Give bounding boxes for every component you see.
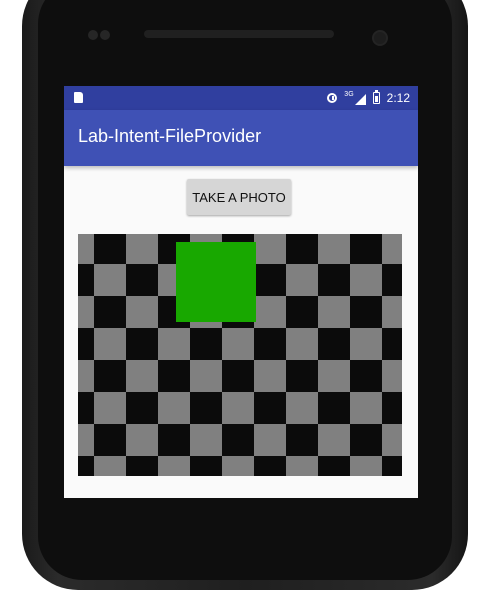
checker-cell bbox=[382, 264, 402, 296]
phone-device: 3G 2:12 Lab-Intent-FileProvider TAKE A P… bbox=[0, 0, 480, 590]
checker-cell bbox=[94, 264, 126, 296]
status-bar: 3G 2:12 bbox=[64, 86, 418, 110]
checker-cell bbox=[158, 360, 190, 392]
checker-cell bbox=[350, 328, 382, 360]
checker-cell bbox=[78, 264, 94, 296]
network-type-label: 3G bbox=[344, 91, 354, 98]
checker-cell bbox=[286, 264, 318, 296]
checker-cell bbox=[382, 424, 402, 456]
checker-cell bbox=[286, 328, 318, 360]
checker-cell bbox=[254, 456, 286, 476]
checker-cell bbox=[222, 424, 254, 456]
checker-cell bbox=[94, 296, 126, 328]
checker-cell bbox=[382, 392, 402, 424]
checker-cell bbox=[126, 392, 158, 424]
checker-cell bbox=[286, 424, 318, 456]
checker-cell bbox=[126, 264, 158, 296]
checker-cell bbox=[254, 392, 286, 424]
checker-cell bbox=[190, 424, 222, 456]
checker-cell bbox=[382, 456, 402, 476]
checker-cell bbox=[350, 264, 382, 296]
checker-cell bbox=[318, 296, 350, 328]
checker-cell bbox=[318, 328, 350, 360]
checker-cell bbox=[126, 234, 158, 264]
sd-card-icon bbox=[74, 92, 83, 103]
checker-cell bbox=[190, 456, 222, 476]
checker-cell bbox=[350, 424, 382, 456]
checker-cell bbox=[126, 424, 158, 456]
checker-cell bbox=[254, 264, 286, 296]
checker-cell bbox=[286, 392, 318, 424]
network-indicator: 3G bbox=[344, 91, 366, 105]
status-clock: 2:12 bbox=[386, 91, 410, 105]
checker-cell bbox=[78, 296, 94, 328]
checker-cell bbox=[222, 360, 254, 392]
light-sensor bbox=[100, 30, 110, 40]
captured-photo bbox=[78, 234, 402, 476]
checker-cell bbox=[94, 360, 126, 392]
checker-cell bbox=[286, 234, 318, 264]
checker-cell bbox=[286, 296, 318, 328]
checker-cell bbox=[78, 360, 94, 392]
checker-cell bbox=[158, 328, 190, 360]
checker-cell bbox=[222, 328, 254, 360]
checker-cell bbox=[382, 360, 402, 392]
checker-cell bbox=[78, 456, 94, 476]
alarm-icon bbox=[327, 93, 338, 103]
checker-cell bbox=[350, 360, 382, 392]
checker-cell bbox=[190, 328, 222, 360]
green-square bbox=[176, 242, 256, 322]
app-title: Lab-Intent-FileProvider bbox=[78, 126, 262, 146]
checker-cell bbox=[254, 328, 286, 360]
signal-icon bbox=[354, 94, 366, 105]
checker-cell bbox=[350, 234, 382, 264]
checker-cell bbox=[254, 424, 286, 456]
front-camera-icon bbox=[374, 32, 386, 44]
checker-cell bbox=[286, 360, 318, 392]
checker-cell bbox=[94, 328, 126, 360]
checker-cell bbox=[126, 456, 158, 476]
take-photo-button[interactable]: TAKE A PHOTO bbox=[187, 179, 291, 215]
checker-cell bbox=[126, 328, 158, 360]
checker-cell bbox=[78, 424, 94, 456]
checker-cell bbox=[318, 456, 350, 476]
checker-cell bbox=[382, 328, 402, 360]
checker-cell bbox=[350, 392, 382, 424]
app-bar: Lab-Intent-FileProvider bbox=[64, 110, 418, 166]
checker-cell bbox=[350, 296, 382, 328]
checker-cell bbox=[382, 296, 402, 328]
checker-cell bbox=[94, 424, 126, 456]
checker-cell bbox=[94, 456, 126, 476]
checker-cell bbox=[254, 234, 286, 264]
checker-cell bbox=[318, 360, 350, 392]
checker-cell bbox=[222, 456, 254, 476]
status-icons: 3G 2:12 bbox=[327, 89, 410, 107]
checker-cell bbox=[126, 296, 158, 328]
checker-cell bbox=[78, 392, 94, 424]
checker-cell bbox=[254, 296, 286, 328]
checker-cell bbox=[286, 456, 318, 476]
checker-cell bbox=[158, 424, 190, 456]
checker-cell bbox=[78, 234, 94, 264]
checker-cell bbox=[158, 392, 190, 424]
checker-cell bbox=[222, 392, 254, 424]
checker-cell bbox=[350, 456, 382, 476]
proximity-sensor bbox=[88, 30, 98, 40]
battery-icon bbox=[372, 90, 380, 104]
checker-cell bbox=[190, 392, 222, 424]
checker-cell bbox=[94, 392, 126, 424]
device-screen: 3G 2:12 Lab-Intent-FileProvider TAKE A P… bbox=[64, 86, 418, 498]
earpiece-speaker bbox=[144, 30, 334, 38]
checker-cell bbox=[382, 234, 402, 264]
checker-cell bbox=[190, 360, 222, 392]
checker-cell bbox=[158, 456, 190, 476]
checker-cell bbox=[78, 328, 94, 360]
checker-cell bbox=[318, 392, 350, 424]
checker-cell bbox=[254, 360, 286, 392]
checker-cell bbox=[318, 264, 350, 296]
checker-cell bbox=[126, 360, 158, 392]
checker-cell bbox=[318, 234, 350, 264]
checker-cell bbox=[318, 424, 350, 456]
checker-cell bbox=[94, 234, 126, 264]
